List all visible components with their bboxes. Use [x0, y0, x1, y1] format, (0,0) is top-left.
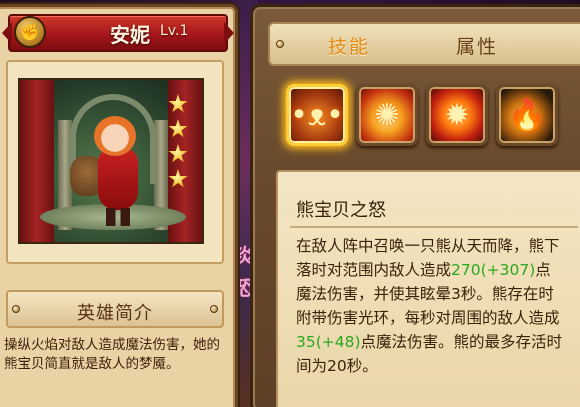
aura-damage-bonus: (+48) [315, 333, 361, 351]
skill-icon-row: ʕ•ᴥ•ʔ ✺ ✹ 🔥 [266, 84, 580, 156]
rivet-icon [210, 305, 218, 313]
hero-figure-body [98, 148, 138, 210]
hero-intro-text: 操纵火焰对敌人造成魔法伤害，她的熊宝贝简直就是敌人的梦魇。 [4, 337, 220, 372]
hero-level: Lv.1 [160, 23, 189, 39]
dragon-fire-skill-icon[interactable]: 🔥 [496, 84, 558, 146]
tab-bar: 技能 属性 [268, 22, 580, 66]
flame-swirl-skill-icon[interactable]: ✹ [426, 84, 488, 146]
skill-damage-value: 270 [451, 261, 481, 279]
aura-damage-value: 35 [296, 333, 316, 351]
bear-skill-icon[interactable]: ʕ•ᴥ•ʔ [286, 84, 348, 146]
hero-class-badge-icon: ✊ [14, 16, 46, 48]
star-rating [168, 94, 190, 194]
star-icon [168, 119, 188, 138]
skill-damage-bonus: (+307) [480, 261, 536, 279]
rivet-icon [276, 40, 284, 48]
hero-intro-title: 英雄简介 [77, 303, 153, 324]
tab-skills[interactable]: 技能 [328, 32, 370, 59]
hero-figure-legs [106, 208, 130, 226]
skill-name: 熊宝贝之怒 [296, 200, 386, 221]
hero-name: 安妮 [110, 23, 150, 47]
hero-intro-header: 英雄简介 [6, 290, 224, 328]
tab-attributes[interactable]: 属性 [456, 32, 498, 59]
hero-figure-head [94, 116, 136, 156]
star-icon [168, 169, 188, 188]
star-icon [168, 144, 188, 163]
skill-description: 在敌人阵中召唤一只熊从天而降，熊下落时对范围内敌人造成270(+307)点魔法伤… [296, 234, 566, 378]
star-icon [168, 94, 188, 113]
divider [290, 226, 578, 228]
fire-burst-skill-icon[interactable]: ✺ [356, 84, 418, 146]
